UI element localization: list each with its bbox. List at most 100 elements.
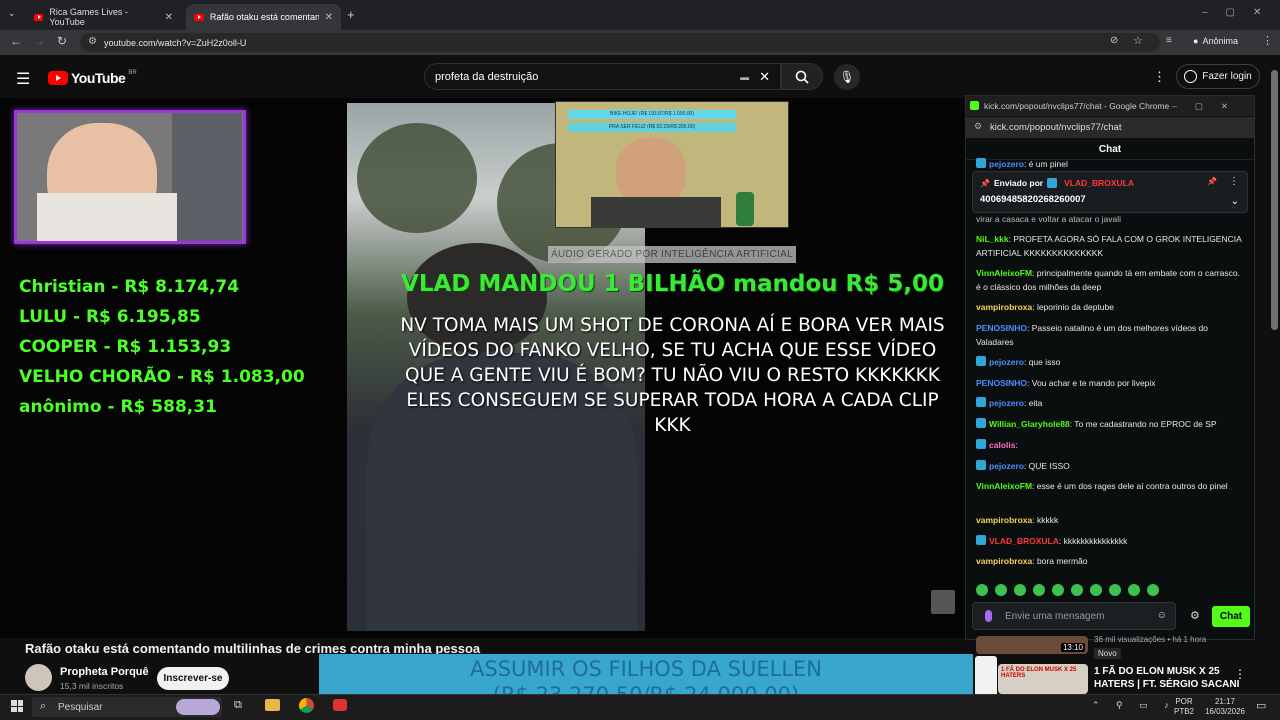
new-tab-icon[interactable]: +	[347, 7, 355, 22]
forward-icon[interactable]: →	[33, 34, 45, 48]
page-scrollbar[interactable]	[1271, 70, 1278, 330]
chat-username[interactable]: pejozero	[989, 398, 1024, 408]
address-bar[interactable]: youtube.com/watch?v=ZuH2z0oll-U	[80, 33, 1160, 52]
chat-username[interactable]: pejozero	[989, 357, 1024, 367]
badge-icon	[976, 535, 986, 545]
chat-username[interactable]: Willian_Glaryhole88	[989, 419, 1070, 429]
chat-username[interactable]: PENOSINHO	[976, 378, 1027, 388]
window-controls[interactable]: –▢✕	[1202, 7, 1279, 18]
settings-menu-icon[interactable]: ⋮	[1153, 69, 1166, 85]
webcam-goal-2: PRA SER FELIZ (R$ 92,23/R$ 200,00)	[568, 123, 736, 132]
chat-text: :	[1015, 440, 1018, 450]
region-code: BR	[128, 70, 137, 76]
search-icon: ⌕	[40, 700, 47, 712]
emote-icon[interactable]	[1128, 584, 1140, 596]
search-button[interactable]	[781, 63, 823, 90]
keyboard-icon[interactable]: ▬	[740, 72, 749, 82]
channel-name[interactable]: Propheta Porquê	[60, 666, 149, 678]
kick-url: kick.com/popout/nvclips77/chat	[990, 122, 1122, 133]
tab-rica-games[interactable]: Rica Games Lives - YouTube ✕	[26, 4, 181, 30]
recommendation-title-line[interactable]: HATERS | FT. SÉRGIO SACANI	[1094, 678, 1239, 691]
emote-icon[interactable]	[1033, 584, 1045, 596]
chat-username[interactable]: VinnAleixoFM	[976, 268, 1032, 278]
microphone-icon[interactable]	[985, 610, 992, 622]
chat-username[interactable]: PENOSINHO	[976, 323, 1027, 333]
webcam-goal-1: BIKE HOJE! (R$ 193,87/R$ 1.000,00)	[568, 110, 736, 119]
site-info-icon[interactable]: ⚙	[88, 36, 97, 47]
recommendation-title-line[interactable]: 1 FÃ DO ELON MUSK X 25	[1094, 665, 1220, 678]
pinned-menu-icon[interactable]: ⋮	[1229, 176, 1239, 187]
voice-search-button[interactable]: 🎙	[834, 64, 860, 90]
notifications-icon[interactable]: ▭	[1256, 699, 1266, 712]
recommendation-meta: 36 mil visualizações • há 1 hora	[1094, 635, 1207, 644]
recommendation-menu-icon[interactable]: ⋮	[1234, 667, 1246, 681]
chat-username[interactable]: pejozero	[989, 461, 1024, 471]
unpin-icon[interactable]: 📌	[1207, 177, 1217, 186]
clock[interactable]: 21:17 16/03/2026	[1200, 697, 1250, 717]
channel-avatar[interactable]	[25, 664, 52, 691]
send-chat-button[interactable]: Chat	[1212, 606, 1250, 627]
windows-start-icon[interactable]	[11, 700, 23, 712]
chat-username[interactable]: NiL_kkk	[976, 234, 1009, 244]
donation-alert-headline: VLAD MANDOU 1 BILHÃO mandou R$ 5,00	[401, 271, 944, 297]
search-input[interactable]: profeta da destruição ▬ ✕	[424, 63, 781, 90]
chat-message: VLAD_BROXULA: kkkkkkkkkkkkkkk	[976, 535, 1246, 549]
kick-window-controls[interactable]: –▢✕	[1172, 101, 1246, 112]
login-button[interactable]: Fazer login	[1176, 64, 1260, 89]
chat-username[interactable]: calolis	[989, 440, 1015, 450]
reading-list-icon[interactable]: ≡	[1166, 35, 1172, 46]
chat-username[interactable]: vampirobroxa	[976, 302, 1032, 312]
donor-line: VELHO CHORÃO - R$ 1.083,00	[19, 367, 305, 387]
task-view-icon[interactable]: ⧉	[234, 699, 242, 712]
taskbar-search[interactable]: ⌕ Pesquisar	[32, 697, 222, 717]
back-icon[interactable]: ←	[10, 34, 22, 48]
taskbar-app-icon[interactable]	[333, 699, 347, 711]
emote-icon[interactable]	[1147, 584, 1159, 596]
chat-input[interactable]: Envie uma mensagem ☺	[972, 602, 1176, 630]
tab-list-dropdown-icon[interactable]: ⌄	[8, 8, 16, 19]
hamburger-menu-icon[interactable]: ☰	[16, 69, 30, 89]
emote-icon[interactable]	[1109, 584, 1121, 596]
emote-icon[interactable]	[995, 584, 1007, 596]
recommendation-thumbnail[interactable]: 13:10	[976, 636, 1088, 654]
kick-address[interactable]: ⚙ kick.com/popout/nvclips77/chat	[966, 117, 1254, 138]
youtube-logo[interactable]: YouTube BR	[48, 70, 137, 86]
clear-search-icon[interactable]: ✕	[759, 69, 770, 85]
bookmark-star-icon[interactable]: ☆	[1133, 34, 1143, 47]
tab-close-icon[interactable]: ✕	[325, 12, 333, 23]
recommendation-thumbnail[interactable]: 1 FÃ DO ELON MUSK X 25 HATERS	[998, 664, 1088, 694]
chat-message: Willian_Glaryhole88: To me cadastrando n…	[976, 418, 1246, 432]
chrome-menu-icon[interactable]: ⋮	[1262, 34, 1273, 47]
youtube-wordmark: YouTube	[71, 70, 126, 86]
chat-username[interactable]: VinnAleixoFM	[976, 481, 1032, 491]
chat-username[interactable]: VLAD_BROXULA	[989, 536, 1059, 546]
chrome-icon[interactable]	[299, 698, 314, 713]
system-tray-icons[interactable]: ⌃ ⚲ ▭ ♪	[1092, 700, 1176, 711]
emoji-icon[interactable]: ☺	[1157, 610, 1167, 621]
chevron-down-icon[interactable]: ⌄	[1231, 196, 1239, 207]
chat-username[interactable]: vampirobroxa	[976, 515, 1032, 525]
emote-icon[interactable]	[1090, 584, 1102, 596]
language-indicator[interactable]: POR PTB2	[1174, 697, 1194, 717]
chat-message: pejozero: que isso	[976, 356, 1246, 370]
emote-icon[interactable]	[1071, 584, 1083, 596]
file-explorer-icon[interactable]	[265, 699, 280, 711]
subscribe-button[interactable]: Inscrever-se	[157, 667, 229, 690]
tab-close-icon[interactable]: ✕	[165, 12, 173, 23]
search-value: profeta da destruição	[435, 70, 539, 83]
donor-line: anônimo - R$ 588,31	[19, 397, 217, 417]
incognito-profile[interactable]: ● Anônima	[1193, 36, 1238, 46]
emote-icon[interactable]	[1052, 584, 1064, 596]
tab-rafao[interactable]: Rafão otaku está comentando ✕	[186, 4, 341, 30]
chat-message: VinnAleixoFM: esse é um dos rages dele a…	[976, 480, 1246, 494]
eye-off-icon[interactable]: ⊘	[1110, 35, 1118, 46]
emote-icon[interactable]	[976, 584, 988, 596]
kick-logo-icon	[970, 101, 979, 110]
reload-icon[interactable]: ↻	[57, 34, 67, 48]
pinned-message[interactable]: 📌 Enviado por VLAD_BROXULA 4006948582026…	[972, 171, 1248, 213]
chat-username[interactable]: vampirobroxa	[976, 556, 1032, 566]
chat-settings-icon[interactable]: ⚙	[1190, 609, 1200, 622]
search-highlight-image	[176, 699, 220, 715]
emote-icon[interactable]	[1014, 584, 1026, 596]
badge-icon	[1047, 178, 1058, 188]
